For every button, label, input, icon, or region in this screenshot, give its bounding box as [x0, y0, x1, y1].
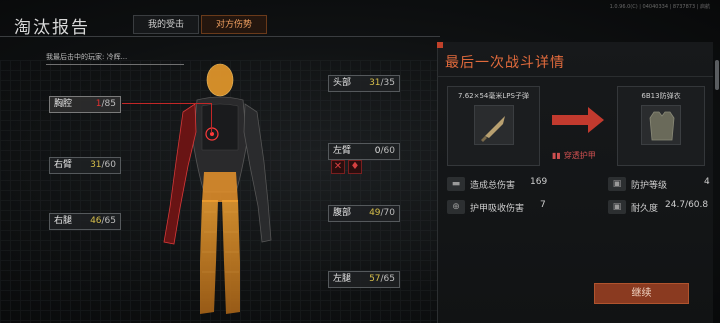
panel-divider — [437, 76, 713, 77]
durability-value: 24.7/60.8 — [665, 200, 709, 210]
armor-class-icon: ▣ — [608, 177, 626, 191]
total-damage-value: 169 — [530, 177, 548, 187]
battle-detail-title: 最后一次战斗详情 — [445, 55, 565, 71]
figure-chest — [201, 103, 239, 151]
tab-bar: 我的受击 对方伤势 — [133, 15, 268, 34]
continue-button[interactable]: 继续 — [594, 283, 689, 304]
durability-icon: ▣ — [608, 200, 626, 214]
chest-hit-line — [122, 103, 212, 104]
penetration-arrow-icon — [552, 107, 604, 133]
figure-left-arm — [243, 103, 272, 243]
tab-my-hits[interactable]: 我的受击 — [133, 15, 200, 34]
body-part-chest: 胸腔 1/85 — [49, 96, 121, 113]
chest-hit-line-end — [211, 103, 212, 133]
body-part-left-leg: 左腿 57/65 — [328, 271, 400, 288]
armor-absorb-stat: ⊕ 护甲吸收伤害 — [447, 200, 547, 214]
version-text: 1.0.96.0(C) | 04040334 | 8737873 | 启航 — [609, 4, 710, 10]
header-divider — [0, 36, 440, 37]
body-figure — [163, 63, 272, 314]
page-title: 淘汰报告 — [14, 18, 90, 38]
figure-stomach — [202, 172, 238, 202]
penetrate-armor-text: ▮▮ 穿透护甲 — [552, 151, 596, 160]
damage-icon: ▬ — [447, 177, 465, 191]
body-part-right-leg: 右腿 46/65 — [49, 213, 121, 230]
armor-name: 6B13防弹衣 — [641, 92, 681, 100]
ammo-card[interactable]: 7.62×54毫米LPS子弹 — [447, 86, 540, 166]
eliminated-report-screen: 淘汰报告 我的受击 对方伤势 1.0.96.0(C) | 04040334 | … — [0, 0, 720, 323]
panel-accent — [437, 42, 443, 48]
crosshair-icon: ⊕ — [447, 200, 465, 214]
bullet-icon — [473, 105, 514, 145]
fracture-icon: ✕ — [331, 160, 345, 174]
body-part-left-arm: 左臂 0/60 — [328, 143, 400, 160]
status-effects: ✕ ♦ — [331, 160, 362, 174]
protection-class-stat: ▣ 防护等级 — [608, 177, 667, 191]
figure-right-arm — [163, 103, 197, 245]
armor-broken-icon: ▮▮ — [552, 151, 561, 160]
protection-class-value: 4 — [704, 177, 710, 187]
bleeding-icon: ♦ — [348, 160, 362, 174]
body-armor-icon — [641, 105, 681, 145]
armor-card[interactable]: 6B13防弹衣 — [617, 86, 705, 166]
scrollbar[interactable] — [715, 60, 719, 90]
figure-right-leg — [200, 200, 218, 314]
body-part-head: 头部 31/35 — [328, 75, 400, 92]
figure-head — [206, 63, 234, 97]
armor-absorb-value: 7 — [540, 200, 546, 210]
tab-enemy-injuries[interactable]: 对方伤势 — [201, 15, 268, 34]
body-part-right-arm: 右臂 31/60 — [49, 157, 121, 174]
figure-left-leg — [222, 200, 240, 314]
durability-stat: ▣ 耐久度 — [608, 200, 658, 214]
ammo-name: 7.62×54毫米LPS子弹 — [458, 92, 529, 100]
body-part-stomach: 腹部 49/70 — [328, 205, 400, 222]
